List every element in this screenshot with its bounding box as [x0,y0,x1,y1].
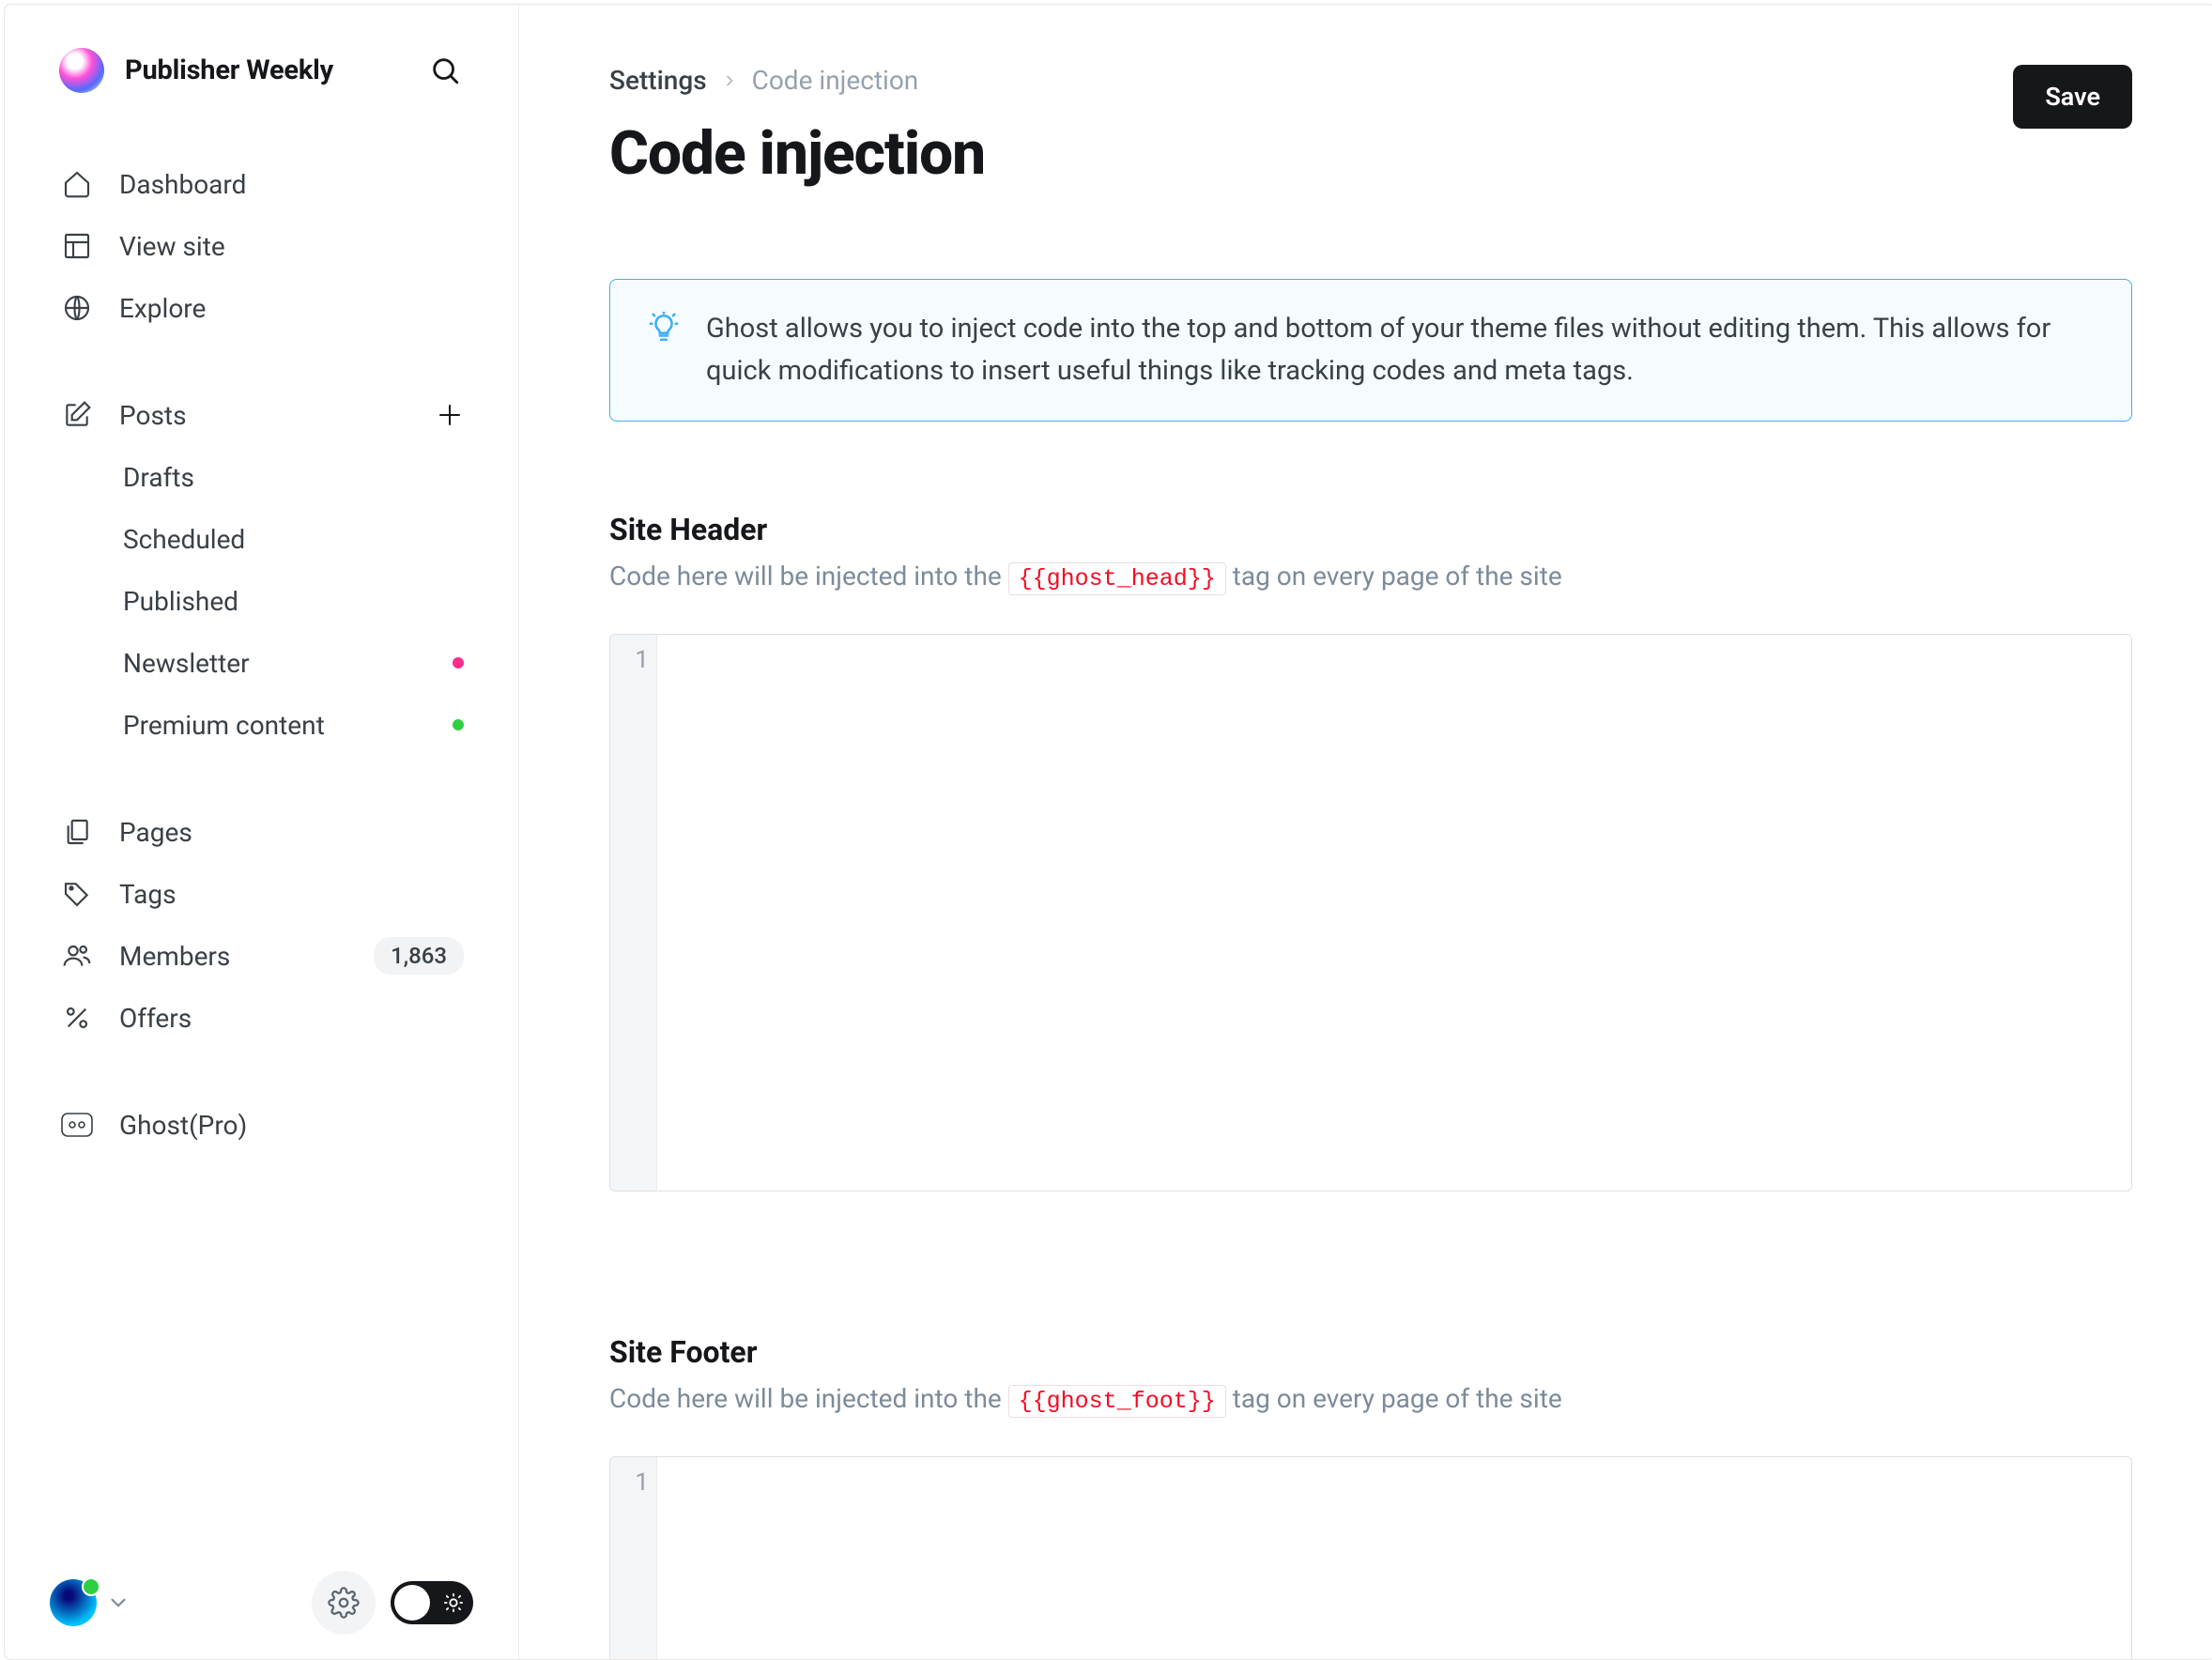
sidebar-item-offers[interactable]: Offers [5,987,518,1049]
desc-post: tag on every page of the site [1233,561,1562,592]
desc-post: tag on every page of the site [1233,1383,1562,1414]
sidebar-item-premium-content[interactable]: Premium content [5,694,518,756]
section-title: Site Footer [609,1334,2132,1370]
sidebar-item-label: Scheduled [123,524,245,555]
template-tag: {{ghost_foot}} [1008,1385,1226,1418]
section-site-header: Site Header Code here will be injected i… [609,512,2132,1191]
footer-code-input[interactable] [657,1457,2131,1659]
info-banner: Ghost allows you to inject code into the… [609,279,2132,422]
plus-icon [436,401,464,429]
sidebar-item-ghost-pro[interactable]: Ghost(Pro) [5,1094,518,1156]
sidebar-item-label: Published [123,586,238,617]
section-description: Code here will be injected into the {{gh… [609,1383,2132,1415]
line-gutter: 1 [610,635,657,1191]
sidebar-item-label: Premium content [123,710,325,741]
copy-icon [61,817,93,847]
sidebar-item-label: Members [119,941,230,972]
page-header: Settings Code injection Code injection S… [609,65,2132,189]
theme-toggle[interactable] [391,1581,473,1624]
info-banner-text: Ghost allows you to inject code into the… [706,308,2094,392]
breadcrumb-current: Code injection [752,65,919,96]
sidebar-item-newsletter[interactable]: Newsletter [5,632,518,694]
sidebar-item-label: Explore [119,293,206,324]
sidebar-item-label: Offers [119,1003,192,1034]
sidebar-item-label: View site [119,231,225,262]
sidebar-header: Publisher Weekly [5,48,518,93]
gear-icon [328,1587,360,1619]
sidebar-item-label: Newsletter [123,648,250,679]
nav-group-posts: Posts Drafts Scheduled Published Newslet… [5,384,518,756]
nav-group-main: Dashboard View site Explore [5,153,518,339]
search-button[interactable] [426,52,464,89]
edit-icon [61,400,93,430]
settings-button[interactable] [312,1571,376,1635]
page-title: Code injection [609,118,985,189]
sidebar-item-label: Ghost(Pro) [119,1110,247,1141]
layout-icon [61,231,93,261]
section-description: Code here will be injected into the {{gh… [609,561,2132,592]
status-dot-icon [453,719,464,730]
chevron-right-icon [720,71,739,90]
sidebar-item-members[interactable]: Members 1,863 [5,925,518,987]
avatar [50,1579,97,1626]
section-site-footer: Site Footer Code here will be injected i… [609,1334,2132,1659]
sidebar-item-label: Posts [119,400,187,431]
globe-icon [61,293,93,323]
toggle-knob [394,1585,430,1621]
sun-icon [443,1592,464,1613]
sidebar-item-view-site[interactable]: View site [5,215,518,277]
sidebar-item-pages[interactable]: Pages [5,801,518,863]
section-title: Site Header [609,512,2132,547]
ghost-pro-icon [61,1113,93,1137]
home-icon [61,169,93,199]
members-icon [61,941,93,971]
sidebar-item-label: Dashboard [119,169,246,200]
sidebar-item-drafts[interactable]: Drafts [5,446,518,508]
user-menu-button[interactable] [50,1579,131,1626]
sidebar: Publisher Weekly Dashboard View site [5,5,519,1659]
code-editor-footer: 1 [609,1456,2132,1659]
sidebar-item-label: Drafts [123,462,194,493]
desc-pre: Code here will be injected into the [609,1383,1008,1414]
line-number: 1 [610,1468,649,1497]
sidebar-item-explore[interactable]: Explore [5,277,518,339]
sidebar-item-label: Tags [119,879,177,910]
percent-icon [61,1003,93,1033]
status-dot-icon [453,657,464,669]
tag-icon [61,879,93,909]
search-icon [429,54,461,86]
code-editor-header: 1 [609,634,2132,1191]
header-code-input[interactable] [657,635,2131,1191]
sidebar-item-dashboard[interactable]: Dashboard [5,153,518,215]
members-count-badge: 1,863 [374,937,464,975]
app-window: Publisher Weekly Dashboard View site [4,4,2212,1660]
template-tag: {{ghost_head}} [1008,562,1226,595]
sidebar-item-posts[interactable]: Posts [5,384,518,446]
lightbulb-icon [648,312,680,344]
nav-group-pro: Ghost(Pro) [5,1094,518,1156]
sidebar-item-scheduled[interactable]: Scheduled [5,508,518,570]
line-number: 1 [610,646,649,674]
nav-group-content: Pages Tags Members 1,863 Offers [5,801,518,1049]
sidebar-item-label: Pages [119,817,192,848]
main-content: Settings Code injection Code injection S… [519,5,2212,1659]
sidebar-item-tags[interactable]: Tags [5,863,518,925]
desc-pre: Code here will be injected into the [609,561,1008,592]
breadcrumb: Settings Code injection [609,65,985,96]
site-logo[interactable] [59,48,104,93]
chevron-down-icon [106,1591,131,1615]
line-gutter: 1 [610,1457,657,1659]
sidebar-item-published[interactable]: Published [5,570,518,632]
save-button[interactable]: Save [2013,65,2132,129]
breadcrumb-parent[interactable]: Settings [609,65,707,96]
sidebar-footer [5,1546,518,1659]
site-title[interactable]: Publisher Weekly [125,54,406,86]
new-post-button[interactable] [436,401,464,429]
